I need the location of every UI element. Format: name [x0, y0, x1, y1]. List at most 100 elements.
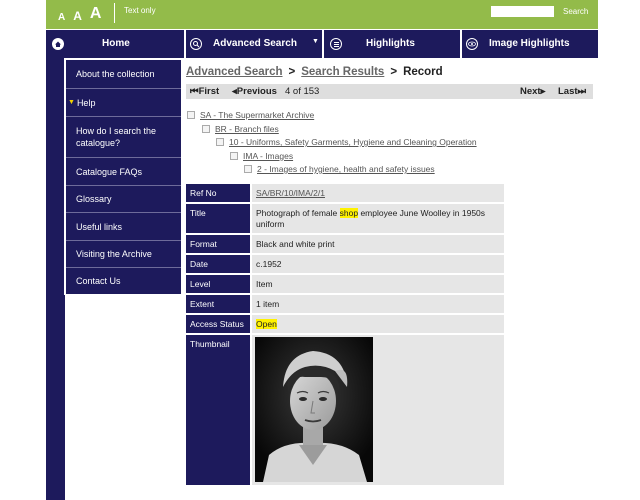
sidebar-item-label: Useful links: [76, 221, 123, 232]
top-bar: A A A Text only Search: [46, 0, 598, 29]
record-row-format: Format Black and white print: [186, 235, 504, 253]
first-button[interactable]: ⏮First: [190, 86, 219, 97]
sidebar-item-label: About the collection: [76, 69, 155, 79]
list-icon: [330, 38, 342, 50]
field-label: Date: [186, 255, 250, 273]
previous-label: Previous: [236, 86, 277, 97]
field-label: Extent: [186, 295, 250, 313]
breadcrumb-separator: >: [390, 66, 398, 78]
field-label: Ref No: [186, 184, 250, 202]
first-label: First: [198, 86, 220, 97]
sidebar-item-label: How do I search the catalogue?: [76, 126, 157, 148]
divider: [114, 3, 115, 23]
home-icon: [52, 38, 64, 50]
hierarchy-item[interactable]: IMA - Images: [230, 151, 293, 161]
sidebar-item-visiting[interactable]: Visiting the Archive: [66, 241, 181, 267]
title-text: Photograph of female: [256, 208, 340, 218]
field-value: Open: [252, 315, 504, 333]
chevron-down-icon: ▼: [312, 38, 319, 45]
hierarchy-item[interactable]: SA - The Supermarket Archive: [187, 110, 314, 120]
hierarchy-item[interactable]: 10 - Uniforms, Safety Garments, Hygiene …: [216, 137, 477, 147]
sidebar-item-help[interactable]: ▼ Help: [66, 89, 181, 116]
first-icon: ⏮: [190, 86, 199, 97]
field-value: 1 item: [252, 295, 504, 313]
ref-no-link[interactable]: SA/BR/10/IMA/2/1: [256, 188, 325, 198]
field-label: Level: [186, 275, 250, 293]
tree-node-icon: [244, 165, 252, 173]
field-label: Format: [186, 235, 250, 253]
hierarchy-item[interactable]: 2 - Images of hygiene, health and safety…: [244, 164, 435, 174]
field-value: Black and white print: [252, 235, 504, 253]
sidebar-item-label: Contact Us: [76, 276, 121, 286]
record-row-access-status: Access Status Open: [186, 315, 504, 333]
last-icon: ⏭: [577, 86, 587, 97]
sidebar-item-contact[interactable]: Contact Us: [66, 268, 181, 294]
search-icon: [190, 38, 202, 50]
hierarchy-item[interactable]: BR - Branch files: [202, 124, 279, 134]
sidebar-item-label: Glossary: [76, 194, 112, 204]
search-input[interactable]: [491, 6, 554, 17]
sidebar-item-about[interactable]: About the collection: [66, 60, 181, 88]
nav-image-highlights-label: Image Highlights: [489, 38, 570, 49]
nav-image-highlights[interactable]: Image Highlights: [462, 30, 598, 58]
nav-highlights-label: Highlights: [366, 38, 415, 49]
breadcrumb-search-results-link[interactable]: Search Results: [301, 66, 384, 78]
sidebar-item-glossary[interactable]: Glossary: [66, 186, 181, 212]
field-value: Photograph of female shop employee June …: [252, 204, 504, 233]
hierarchy-label: 10 - Uniforms, Safety Garments, Hygiene …: [229, 137, 477, 147]
chevron-right-icon: ▸: [540, 86, 546, 97]
nav-advanced-search[interactable]: Advanced Search ▼: [186, 30, 322, 58]
next-button[interactable]: Next▸: [520, 86, 545, 97]
font-size-controls: A A A: [58, 5, 101, 23]
eye-icon: [466, 38, 478, 50]
nav-advanced-search-label: Advanced Search: [213, 38, 297, 49]
sidebar-item-label: Visiting the Archive: [76, 249, 152, 259]
breadcrumb-advanced-search-link[interactable]: Advanced Search: [186, 66, 283, 78]
breadcrumb: Advanced Search > Search Results > Recor…: [186, 66, 443, 78]
record-position: 4 of 153: [285, 86, 320, 97]
field-value: SA/BR/10/IMA/2/1: [252, 184, 504, 202]
portrait-photo: [255, 337, 373, 482]
last-label: Last: [558, 86, 578, 97]
triangle-down-icon: ▼: [68, 99, 75, 106]
next-label: Next: [520, 86, 541, 97]
breadcrumb-separator: >: [288, 66, 296, 78]
sidebar-item-label: Help: [76, 97, 96, 108]
font-size-small-button[interactable]: A: [58, 12, 65, 23]
sidebar-strip: [46, 58, 64, 500]
search-highlight: shop: [339, 208, 359, 218]
nav-highlights[interactable]: Highlights: [324, 30, 460, 58]
record-row-title: Title Photograph of female shop employee…: [186, 204, 504, 233]
sidebar-item-label: Catalogue FAQs: [76, 166, 143, 177]
search-button[interactable]: Search: [563, 7, 588, 16]
field-label: Thumbnail: [186, 335, 250, 485]
field-label: Title: [186, 204, 250, 233]
nav-home[interactable]: Home: [46, 30, 184, 58]
font-size-medium-button[interactable]: A: [73, 9, 82, 23]
record-thumbnail[interactable]: [255, 337, 373, 482]
tree-node-icon: [216, 138, 224, 146]
field-value: c.1952: [252, 255, 504, 273]
record-row-date: Date c.1952: [186, 255, 504, 273]
record-row-level: Level Item: [186, 275, 504, 293]
text-only-link[interactable]: Text only: [124, 6, 156, 15]
sidebar-item-faqs[interactable]: Catalogue FAQs: [66, 158, 181, 185]
previous-button[interactable]: ◂Previous: [232, 86, 277, 97]
tree-node-icon: [187, 111, 195, 119]
hierarchy-label: IMA - Images: [243, 151, 294, 161]
record-pager: ⏮First ◂Previous 4 of 153 Next▸ Last⏭: [186, 84, 593, 99]
record-row-ref-no: Ref No SA/BR/10/IMA/2/1: [186, 184, 504, 202]
breadcrumb-current: Record: [403, 66, 443, 78]
last-button[interactable]: Last⏭: [558, 86, 586, 97]
sidebar-item-how-to-search[interactable]: How do I search the catalogue?: [66, 117, 181, 157]
divider: [64, 295, 65, 500]
font-size-large-button[interactable]: A: [90, 5, 102, 23]
hierarchy-label: BR - Branch files: [215, 124, 279, 134]
field-value: Item: [252, 275, 504, 293]
sidebar-item-useful-links[interactable]: Useful links: [66, 213, 181, 240]
tree-node-icon: [230, 152, 238, 160]
main-nav: Home Advanced Search ▼ Highlights Image …: [46, 30, 598, 58]
nav-home-label: Home: [102, 38, 130, 49]
hierarchy-label: SA - The Supermarket Archive: [200, 110, 315, 120]
hierarchy-label: 2 - Images of hygiene, health and safety…: [257, 164, 435, 174]
